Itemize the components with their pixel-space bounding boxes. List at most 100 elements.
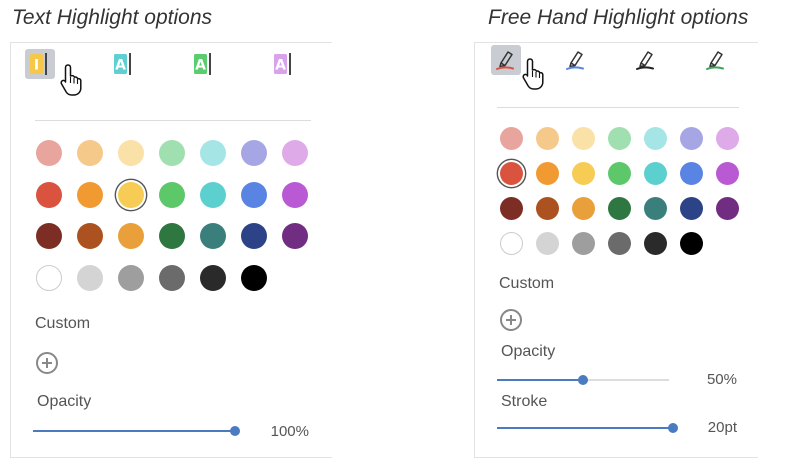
stroke-slider-fill <box>497 427 673 429</box>
highlighter-pen-icon <box>706 51 724 70</box>
color-swatch[interactable] <box>77 223 103 249</box>
highlighter-pen-icon <box>566 51 584 70</box>
color-swatch[interactable] <box>241 140 267 166</box>
free-hand-highlight-panel: Custom Opacity 50% Stroke 20pt <box>474 42 758 458</box>
color-swatch[interactable] <box>159 264 185 291</box>
color-swatch[interactable] <box>715 196 739 220</box>
hand-pointer-cursor-icon <box>521 57 547 96</box>
color-swatch[interactable] <box>241 181 267 208</box>
opacity-slider-fill <box>33 430 235 432</box>
color-swatch[interactable] <box>499 231 523 255</box>
stroke-label: Stroke <box>501 393 548 410</box>
color-swatch[interactable] <box>200 223 226 249</box>
color-swatch[interactable] <box>535 126 559 150</box>
color-swatch[interactable] <box>241 264 267 291</box>
color-swatch[interactable] <box>571 161 595 185</box>
text-highlight-icon: I <box>30 53 47 75</box>
color-swatch[interactable] <box>200 181 226 208</box>
text-highlight-teal-tool[interactable]: A <box>109 49 139 79</box>
color-swatch[interactable] <box>200 140 226 166</box>
add-custom-color-icon[interactable] <box>36 352 58 374</box>
text-highlight-panel: I A A A Custom Opacity 100% <box>10 42 332 458</box>
text-highlight-title: Text Highlight options <box>12 6 213 29</box>
color-swatch[interactable] <box>571 196 595 220</box>
color-swatch[interactable] <box>77 181 103 208</box>
opacity-slider-handle[interactable] <box>230 426 240 436</box>
color-swatch[interactable] <box>499 126 523 150</box>
opacity-value: 50% <box>706 371 737 388</box>
opacity-slider[interactable] <box>497 375 669 385</box>
color-swatch[interactable] <box>715 161 739 185</box>
color-swatch[interactable] <box>679 126 703 150</box>
svg-text:A: A <box>275 58 286 74</box>
highlighter-pen-icon <box>496 51 514 70</box>
text-highlight-icon: A <box>194 53 211 75</box>
color-swatch[interactable] <box>571 231 595 255</box>
color-swatch[interactable] <box>241 223 267 249</box>
color-swatch[interactable] <box>36 264 62 291</box>
color-swatch[interactable] <box>118 264 144 291</box>
color-swatch[interactable] <box>159 181 185 208</box>
svg-text:A: A <box>115 58 126 74</box>
freehand-pen-green-tool[interactable] <box>701 45 731 75</box>
color-swatch[interactable] <box>159 140 185 166</box>
color-swatch[interactable] <box>535 161 559 185</box>
color-swatch[interactable] <box>715 126 739 150</box>
color-swatch[interactable] <box>607 231 631 255</box>
color-swatch[interactable] <box>200 264 226 291</box>
color-swatch[interactable] <box>499 161 523 185</box>
svg-text:A: A <box>195 58 206 74</box>
opacity-slider[interactable] <box>33 426 240 436</box>
stroke-value: 20pt <box>707 419 737 436</box>
highlighter-pen-icon <box>636 51 654 70</box>
color-swatch[interactable] <box>118 223 144 249</box>
color-swatch[interactable] <box>679 161 703 185</box>
text-highlight-icon: A <box>274 53 291 75</box>
text-highlight-yellow-tool[interactable]: I <box>25 49 55 79</box>
color-swatch[interactable] <box>77 264 103 291</box>
color-swatch[interactable] <box>282 223 308 249</box>
toolbar-divider <box>35 120 311 121</box>
custom-label: Custom <box>35 315 91 332</box>
stroke-slider-handle[interactable] <box>668 423 678 433</box>
color-swatch[interactable] <box>282 140 308 166</box>
color-swatch[interactable] <box>607 126 631 150</box>
color-swatch[interactable] <box>643 231 667 255</box>
toolbar-divider <box>497 107 739 108</box>
color-swatch[interactable] <box>571 126 595 150</box>
color-swatch[interactable] <box>36 181 62 208</box>
color-swatch[interactable] <box>282 181 308 208</box>
text-highlight-green-tool[interactable]: A <box>189 49 219 79</box>
color-swatch[interactable] <box>77 140 103 166</box>
color-swatch[interactable] <box>499 196 523 220</box>
color-swatch[interactable] <box>36 223 62 249</box>
color-swatch[interactable] <box>159 223 185 249</box>
opacity-slider-handle[interactable] <box>578 375 588 385</box>
color-swatch[interactable] <box>643 161 667 185</box>
text-highlight-icon: A <box>114 53 131 75</box>
freehand-pen-red-tool[interactable] <box>491 45 521 75</box>
text-highlight-purple-tool[interactable]: A <box>269 49 299 79</box>
opacity-label: Opacity <box>501 343 556 360</box>
add-custom-color-icon[interactable] <box>500 309 522 331</box>
opacity-slider-fill <box>497 379 583 381</box>
color-swatch[interactable] <box>607 161 631 185</box>
freehand-pen-blue-tool[interactable] <box>561 45 591 75</box>
color-swatch[interactable] <box>643 196 667 220</box>
hand-pointer-cursor-icon <box>59 63 85 102</box>
color-swatch[interactable] <box>535 196 559 220</box>
stroke-slider[interactable] <box>497 423 678 433</box>
color-swatch[interactable] <box>535 231 559 255</box>
color-swatch[interactable] <box>679 196 703 220</box>
color-swatch[interactable] <box>118 140 144 166</box>
opacity-label: Opacity <box>37 393 92 410</box>
color-swatch[interactable] <box>607 196 631 220</box>
freehand-pen-black-tool[interactable] <box>631 45 661 75</box>
color-swatch[interactable] <box>679 231 703 255</box>
color-swatch[interactable] <box>36 140 62 166</box>
svg-text:I: I <box>34 58 39 74</box>
opacity-value: 100% <box>270 423 309 440</box>
color-swatch[interactable] <box>643 126 667 150</box>
color-swatch[interactable] <box>118 181 144 208</box>
custom-label: Custom <box>499 275 555 292</box>
